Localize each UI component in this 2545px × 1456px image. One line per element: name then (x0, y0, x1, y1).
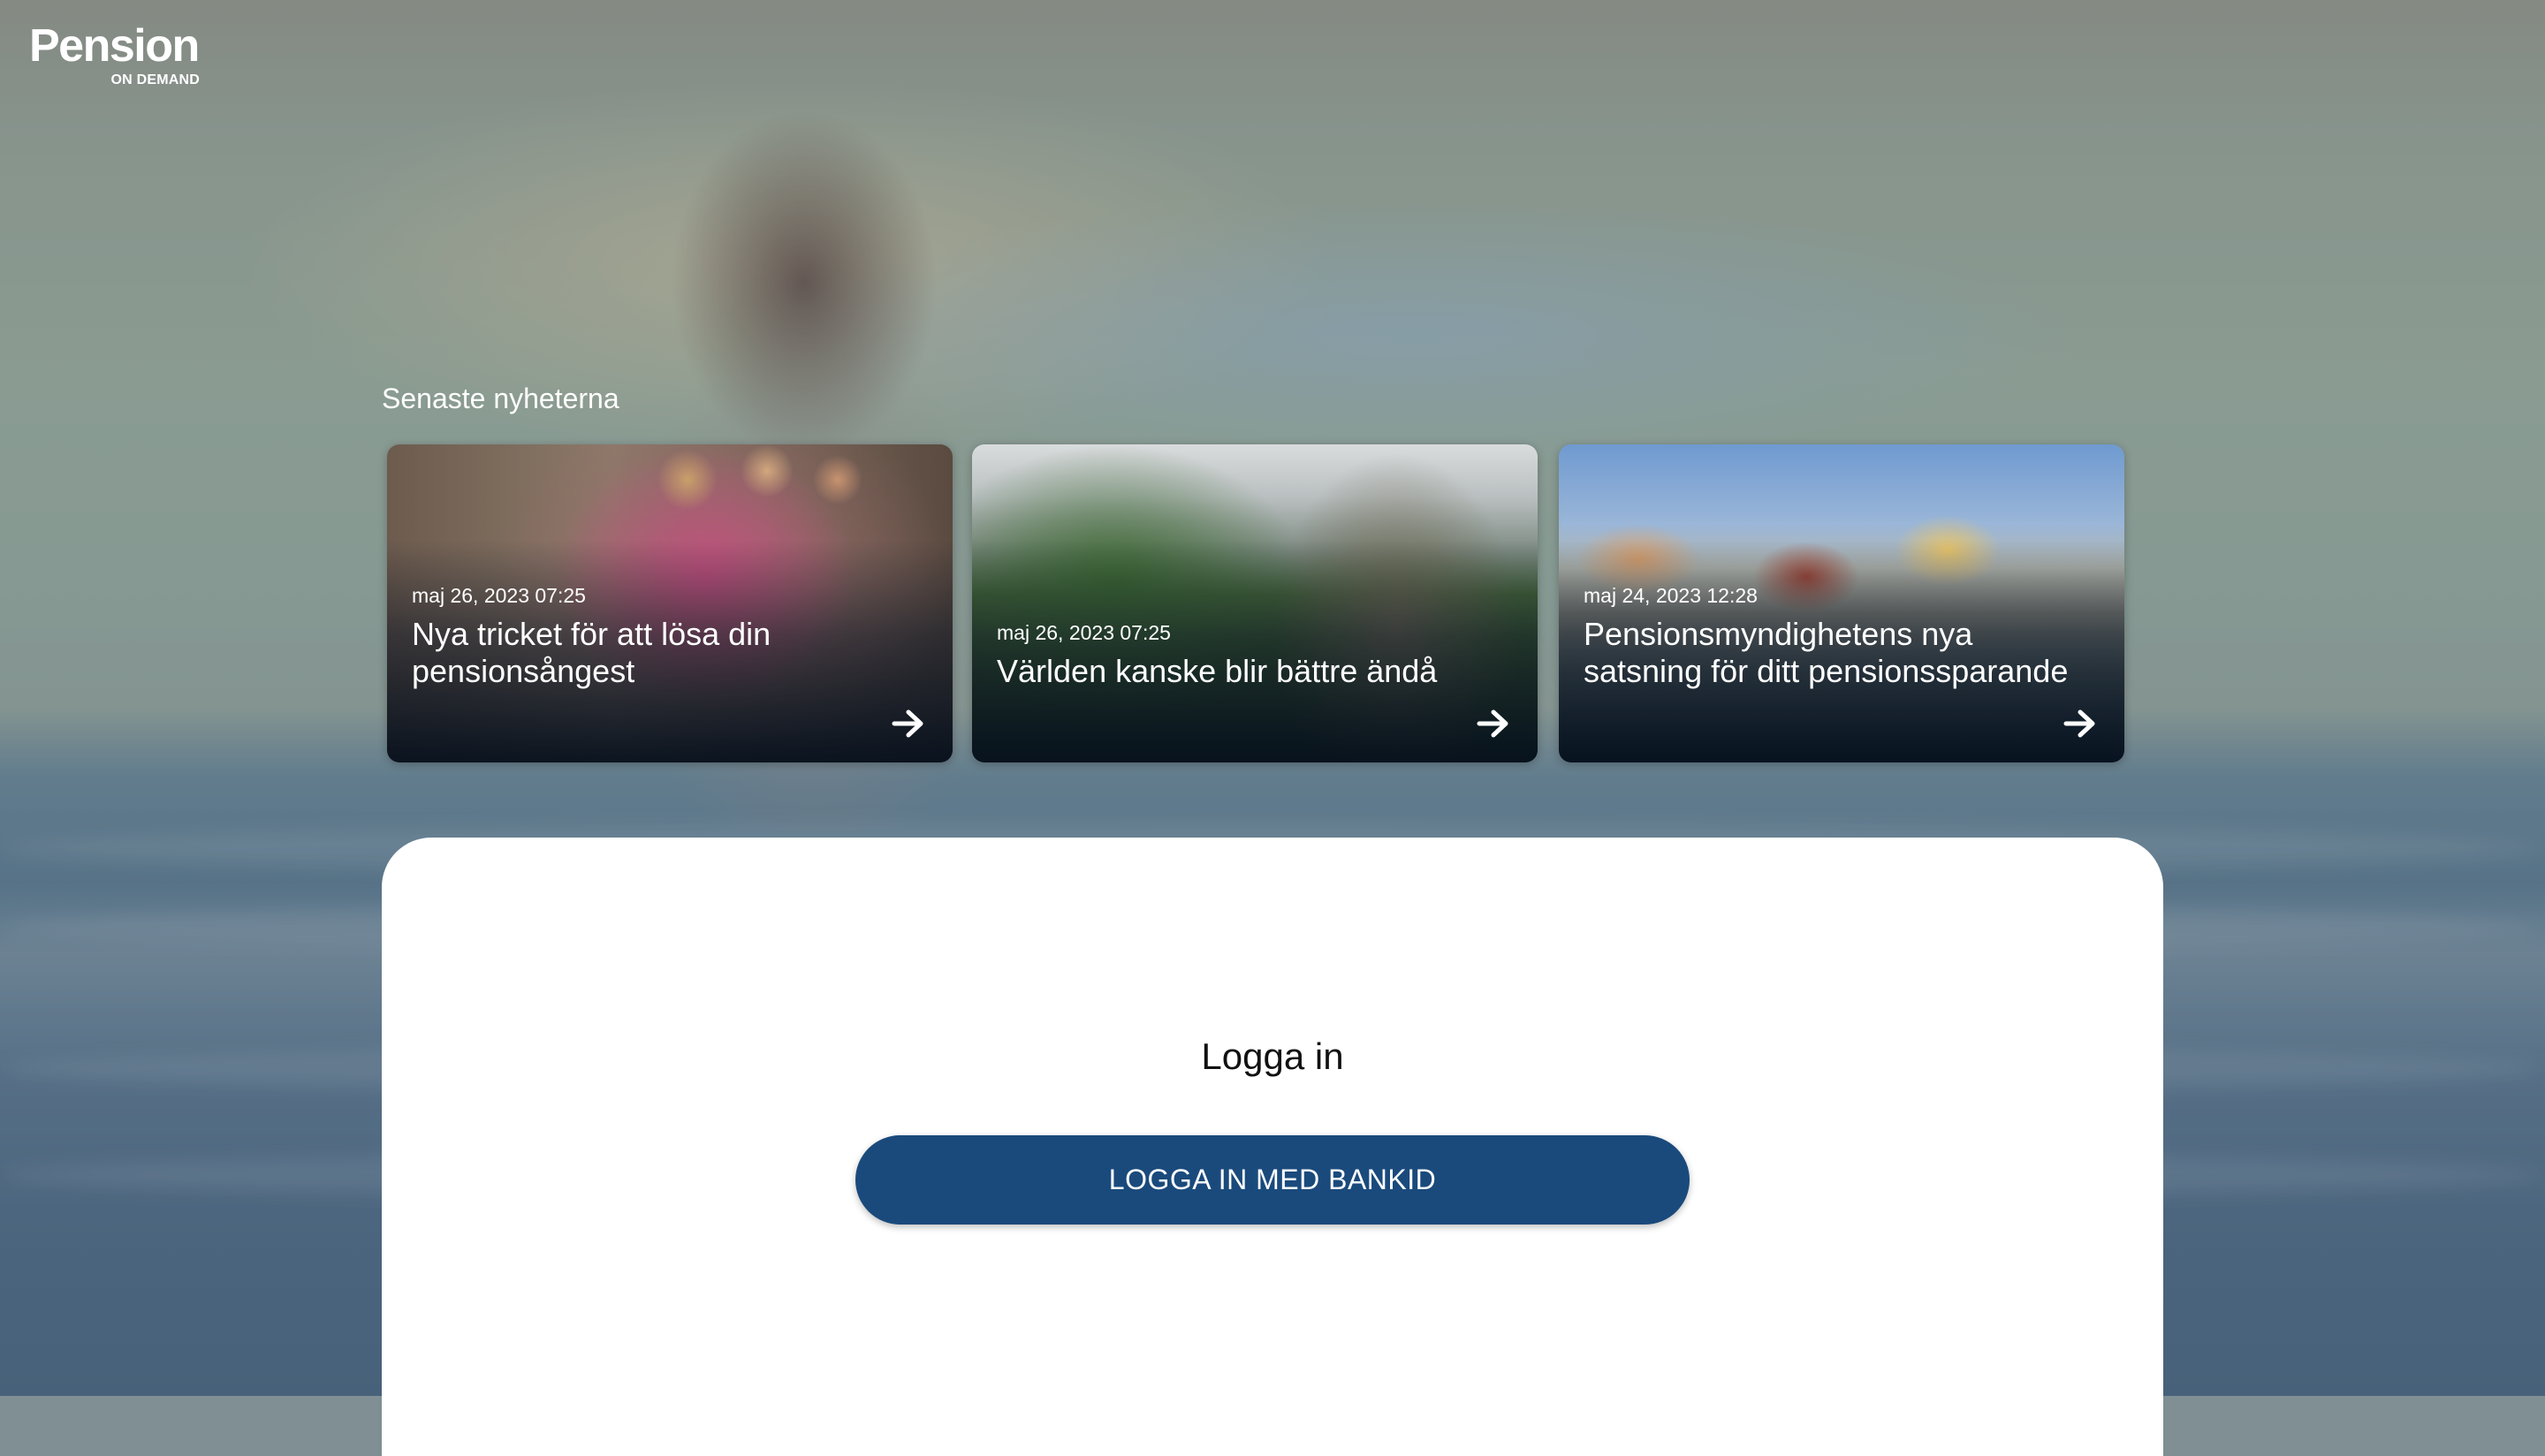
news-card-date: maj 26, 2023 07:25 (412, 584, 586, 607)
news-card-date: maj 26, 2023 07:25 (997, 621, 1171, 644)
logo-subtitle: ON DEMAND (110, 72, 200, 87)
card-overlay (972, 444, 1538, 762)
news-heading: Senaste nyheterna (382, 383, 619, 414)
logo-brand: Pension (29, 20, 200, 72)
news-card-date: maj 24, 2023 12:28 (1584, 584, 1758, 607)
login-panel: Logga in LOGGA IN MED BANKID (382, 838, 2163, 1456)
arrow-right-icon[interactable] (889, 704, 928, 743)
arrow-right-icon[interactable] (1474, 704, 1513, 743)
news-card-title: Pensionsmyndighetens nya satsning för di… (1584, 616, 2069, 689)
news-card-title: Världen kanske blir bättre ändå (997, 653, 1438, 689)
logo[interactable]: Pension ON DEMAND (29, 23, 206, 94)
news-card[interactable]: maj 26, 2023 07:25 Världen kanske blir b… (972, 444, 1538, 762)
login-title: Logga in (1201, 1035, 1344, 1077)
news-card[interactable]: maj 26, 2023 07:25 Nya tricket för att l… (387, 444, 953, 762)
news-card[interactable]: maj 24, 2023 12:28 Pensionsmyndighetens … (1559, 444, 2124, 762)
arrow-right-icon[interactable] (2061, 704, 2100, 743)
bankid-login-button[interactable]: LOGGA IN MED BANKID (855, 1135, 1690, 1225)
news-card-title: Nya tricket för att lösa din pensionsång… (412, 616, 771, 689)
